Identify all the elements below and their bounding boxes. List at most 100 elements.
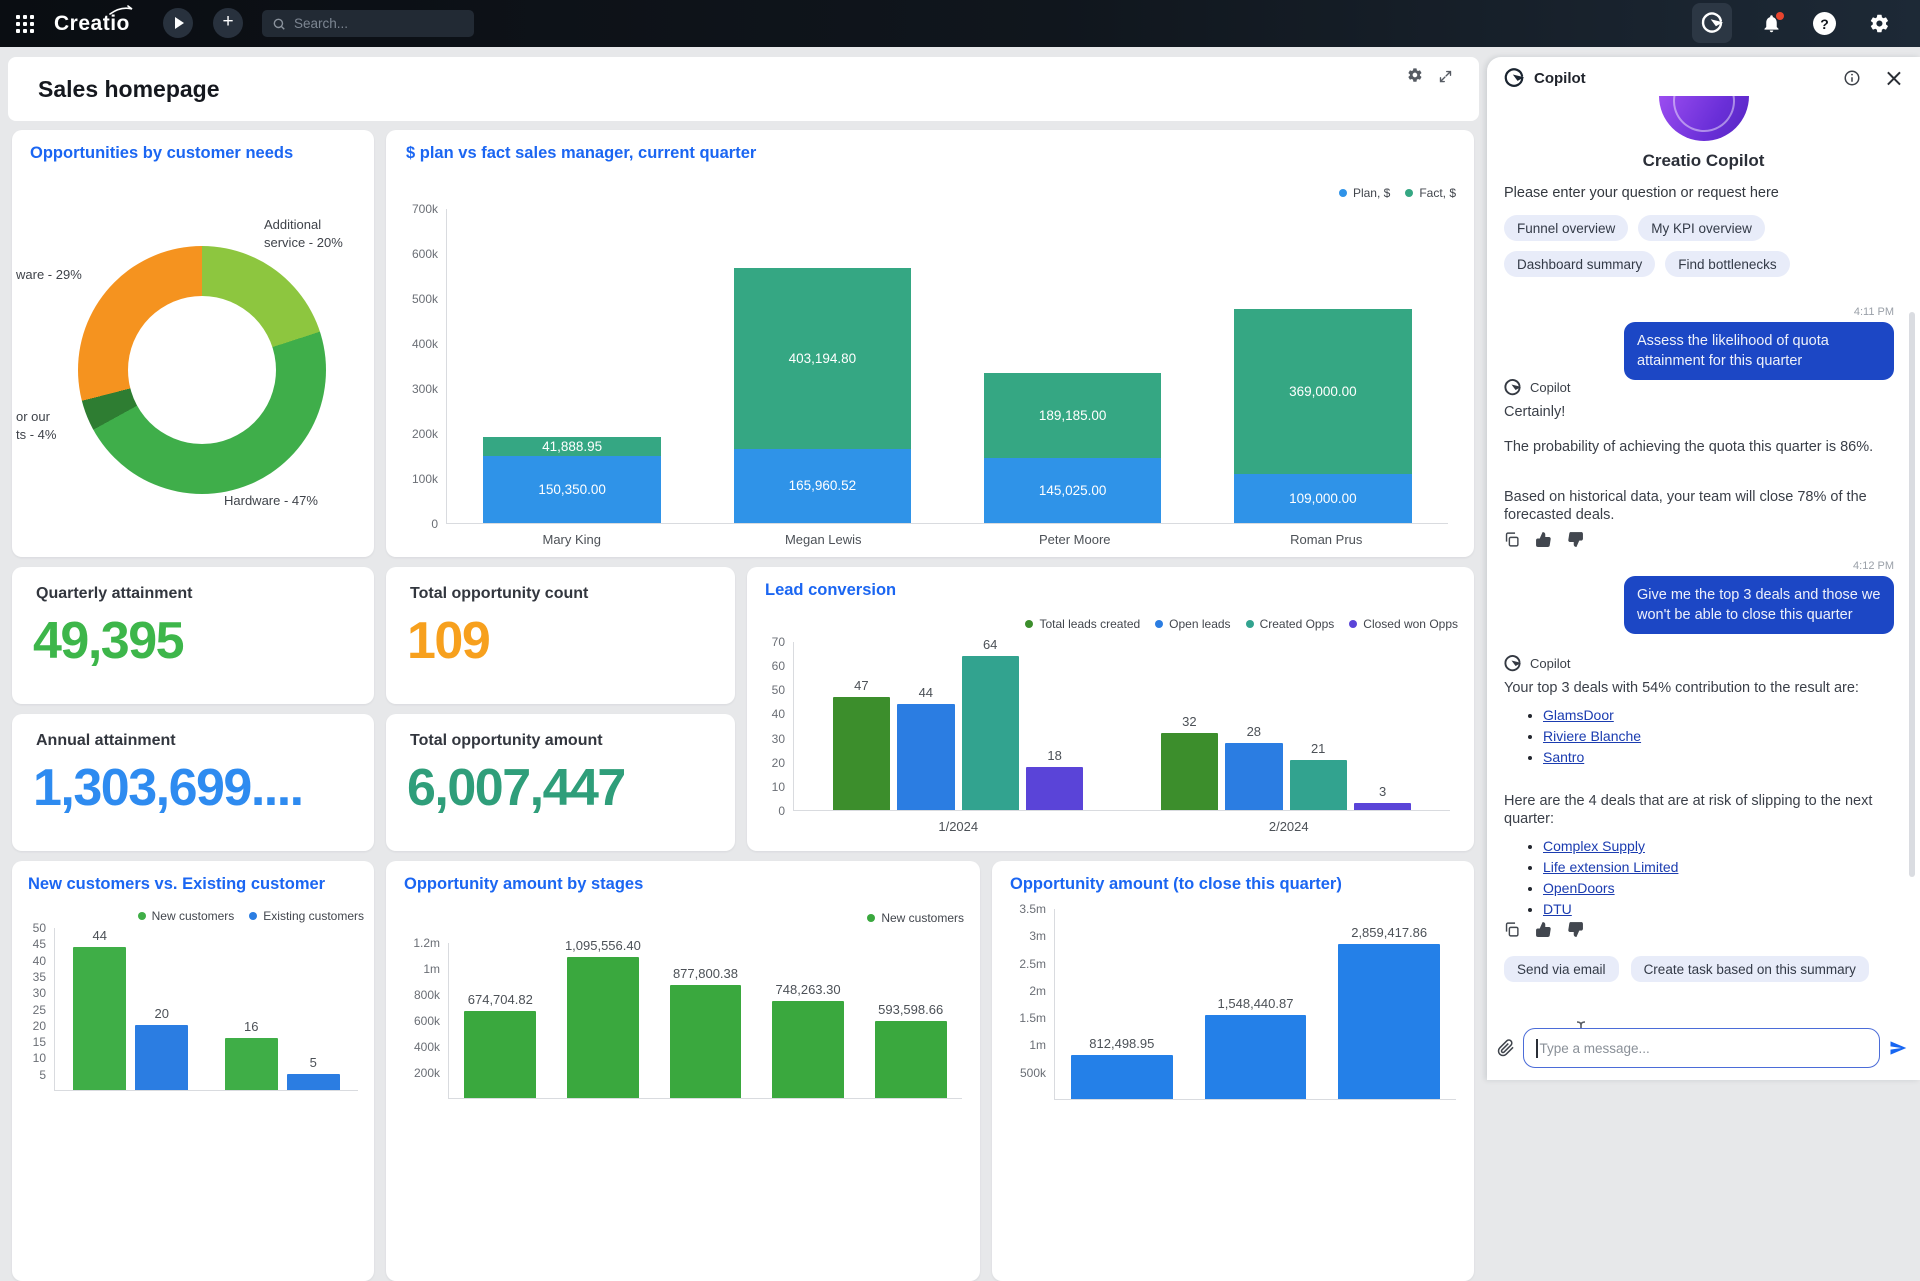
app-grid-icon[interactable] <box>16 15 34 33</box>
x-axis: 1/2024 2/2024 <box>938 819 1309 834</box>
plan-fact-legend: Plan, $ Fact, $ <box>1338 186 1456 200</box>
plot-area: 674,704.82 1,095,556.40 877,800.38 748,263.… <box>448 938 962 1099</box>
chart-title-opportunity-to-close[interactable]: Opportunity amount (to close this quarte… <box>1010 875 1342 894</box>
copilot-icon <box>1701 12 1723 33</box>
deal-link-complex-supply[interactable]: Complex Supply <box>1543 838 1645 854</box>
kpi-value: 109 <box>407 612 491 670</box>
notifications-button[interactable] <box>1761 0 1784 47</box>
deal-link-riviere-blanche[interactable]: Riviere Blanche <box>1543 728 1641 744</box>
search-icon <box>273 18 285 30</box>
kpi-card-total-opportunity-amount: Total opportunity amount 6,007,447 <box>386 714 735 851</box>
global-search-input[interactable]: Search... <box>262 10 474 37</box>
lead-conversion-legend: Total leads created Open leads Created Opp… <box>1025 617 1458 631</box>
new-vs-existing-chart[interactable]: 5 10 15 20 25 30 35 40 45 50 44 20 16 5 <box>24 921 360 1091</box>
copilot-icon <box>1504 379 1522 396</box>
opportunity-to-close-chart[interactable]: 500k 1m 1.5m 2m 2.5m 3m 3.5m 812,498.95 1,548,4… <box>1008 902 1458 1100</box>
bot-message-header: Copilot <box>1503 654 1570 673</box>
deal-link-glamsdoor[interactable]: GlamsDoor <box>1543 707 1614 723</box>
message-actions <box>1503 531 1584 548</box>
opportunity-to-close-card: Opportunity amount (to close this quarte… <box>992 861 1474 1281</box>
new-vs-existing-legend: New customers Existing customers <box>137 909 364 923</box>
list-item: DTU <box>1543 899 1900 920</box>
chart-title-new-vs-existing[interactable]: New customers vs. Existing customer <box>28 875 325 894</box>
copilot-panel-title: Copilot <box>1534 69 1586 87</box>
process-play-button[interactable] <box>163 8 193 38</box>
chart-title-plan-vs-fact[interactable]: $ plan vs fact sales manager, current qu… <box>406 144 756 163</box>
thumbs-down-icon[interactable] <box>1567 921 1584 938</box>
creatio-logo[interactable]: Creatio <box>54 5 133 36</box>
deal-link-santro[interactable]: Santro <box>1543 749 1584 765</box>
send-via-email-button[interactable]: Send via email <box>1504 956 1619 982</box>
kpi-value: 49,395 <box>33 612 185 670</box>
message-input[interactable]: Type a message... <box>1523 1028 1880 1068</box>
dashboard-settings-icon[interactable] <box>1407 67 1423 88</box>
donut-chart-card: Opportunities by customer needs Addition… <box>12 130 374 557</box>
close-icon[interactable]: × <box>1884 66 1904 90</box>
lead-conversion-chart[interactable]: 0 10 20 30 40 50 60 70 47 44 64 18 32 28 21 3 1/2024 2/… <box>763 635 1454 838</box>
suggestion-chip-find-bottlenecks[interactable]: Find bottlenecks <box>1665 251 1790 277</box>
thumbs-down-icon[interactable] <box>1567 531 1584 548</box>
chart-title-opportunities-by-needs[interactable]: Opportunities by customer needs <box>30 144 293 163</box>
copilot-intro-title: Creatio Copilot <box>1642 151 1765 170</box>
attachment-paperclip-icon[interactable] <box>1497 1039 1515 1057</box>
panel-scrollbar[interactable] <box>1909 312 1915 877</box>
opportunity-by-stages-card: Opportunity amount by stages New custome… <box>386 861 980 1281</box>
suggestion-chip-kpi-overview[interactable]: My KPI overview <box>1638 215 1765 241</box>
chat-input-row: Type a message... <box>1497 1028 1908 1068</box>
message-timestamp: 4:12 PM <box>1853 560 1894 572</box>
info-icon[interactable] <box>1843 69 1861 87</box>
y-axis: 0 10 20 30 40 50 60 70 <box>771 635 785 818</box>
suggestion-chip-dashboard-summary[interactable]: Dashboard summary <box>1504 251 1656 277</box>
chart-title-lead-conversion[interactable]: Lead conversion <box>765 581 896 600</box>
text-caret <box>1536 1038 1538 1058</box>
opportunity-stages-chart[interactable]: 200k 400k 600k 800k 1m 1.2m 674,704.82 1,095,5… <box>402 936 964 1099</box>
kpi-value: 1,303,699.... <box>33 759 304 817</box>
settings-button[interactable] <box>1869 0 1890 47</box>
y-axis: 500k 1m 1.5m 2m 2.5m 3m 3.5m <box>1019 902 1046 1080</box>
copilot-icon <box>1504 68 1525 87</box>
lead-conversion-card: Lead conversion Total leads created Open … <box>747 567 1474 851</box>
new-vs-existing-card: New customers vs. Existing customer New … <box>12 861 374 1281</box>
bot-paragraph: Based on historical data, your team will… <box>1504 489 1867 523</box>
copilot-intro-subtitle: Please enter your question or request he… <box>1504 185 1779 201</box>
copilot-avatar <box>1658 96 1749 141</box>
bot-paragraph: Your top 3 deals with 54% contribution t… <box>1504 680 1859 696</box>
donut-label-software: ware - 29% <box>16 267 82 282</box>
thumbs-up-icon[interactable] <box>1535 531 1552 548</box>
chart-title-opportunity-by-stages[interactable]: Opportunity amount by stages <box>404 875 643 894</box>
bot-label: Copilot <box>1530 380 1571 395</box>
deal-link-opendoors[interactable]: OpenDoors <box>1543 880 1615 896</box>
copilot-icon <box>1504 655 1522 672</box>
user-message-bubble: Give me the top 3 deals and those we won… <box>1624 576 1894 634</box>
message-actions <box>1503 921 1584 938</box>
kpi-card-quarterly-attainment: Quarterly attainment 49,395 <box>12 567 374 704</box>
donut-label-hardware: Hardware - 47% <box>224 493 318 508</box>
y-axis: 200k 400k 600k 800k 1m 1.2m <box>413 936 440 1080</box>
opportunity-stages-legend: New customers <box>867 911 964 925</box>
page-title: Sales homepage <box>38 76 220 102</box>
list-item: Complex Supply <box>1543 836 1900 857</box>
logo-swoosh-icon <box>109 5 133 15</box>
donut-chart[interactable] <box>78 246 326 494</box>
create-task-button[interactable]: Create task based on this summary <box>1630 956 1869 982</box>
list-item: OpenDoors <box>1543 878 1900 899</box>
plan-fact-chart[interactable]: 0 100k 200k 300k 400k 500k 600k 700k 41,888.95 1… <box>404 202 1452 554</box>
thumbs-up-icon[interactable] <box>1535 921 1552 938</box>
deal-link-life-extension[interactable]: Life extension Limited <box>1543 859 1678 875</box>
dashboard-expand-icon[interactable] <box>1438 69 1453 89</box>
send-button[interactable] <box>1888 1038 1908 1058</box>
kpi-label: Total opportunity amount <box>410 732 603 749</box>
copilot-panel: Copilot × Creatio Copilot Please enter y… <box>1487 57 1920 1080</box>
bot-message-header: Copilot <box>1503 378 1570 397</box>
plan-vs-fact-card: $ plan vs fact sales manager, current qu… <box>386 130 1474 557</box>
deal-link-dtu[interactable]: DTU <box>1543 901 1572 917</box>
kpi-label: Total opportunity count <box>410 585 589 602</box>
copilot-toggle-button[interactable] <box>1692 3 1732 43</box>
add-new-button[interactable]: + <box>213 8 243 38</box>
gear-icon <box>1870 14 1888 33</box>
suggestion-chip-funnel-overview[interactable]: Funnel overview <box>1504 215 1629 241</box>
copy-icon[interactable] <box>1503 531 1520 548</box>
help-button[interactable]: ? <box>1813 12 1836 35</box>
bot-paragraph: Certainly! <box>1504 404 1566 420</box>
copy-icon[interactable] <box>1503 921 1520 938</box>
